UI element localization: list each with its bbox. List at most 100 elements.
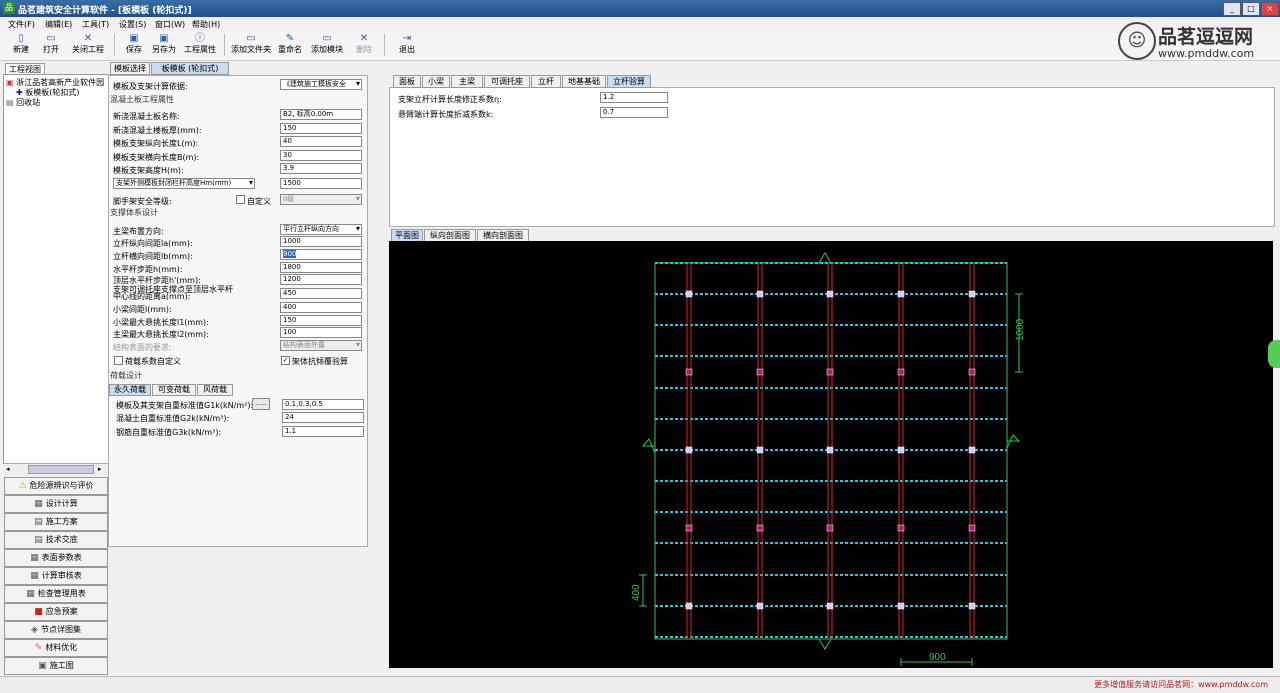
basis-select[interactable]: 《建筑施工模板安全 [280,79,362,90]
tree-item-recycle[interactable]: ▤ 回收站 [6,97,40,108]
step-distance-input[interactable]: 1800 [280,262,362,273]
save-as-button[interactable]: ▣ 另存为 [150,33,178,58]
tab-wind-load[interactable]: 风荷载 [197,384,233,396]
document-icon: ▤ [34,535,43,545]
basis-label: 模板及支架计算依据: [113,82,188,91]
pole-long-spacing-input[interactable]: 1000 [280,236,362,247]
nav-material-optimization[interactable]: ✎ 材料优化 [4,639,108,657]
tab-small-beam[interactable]: 小梁 [422,75,450,88]
nav-design-calc[interactable]: ▦ 设计计算 [4,495,108,513]
nav-calc-review[interactable]: ▦ 计算审核表 [4,567,108,585]
break-line-bottom [818,638,832,650]
delete-button[interactable]: ✕ 删除 [352,33,376,58]
exit-button[interactable]: ⇥ 退出 [394,33,420,58]
safety-level-select[interactable]: II级 [280,194,362,205]
tab-template-select[interactable]: 模板选择 [110,62,150,75]
open-button[interactable]: ▭ 打开 [38,33,64,58]
nav-node-details[interactable]: ◈ 节点详图集 [4,621,108,639]
field-label: 新浇混凝土板名称: [113,112,180,121]
nav-construction-drawing[interactable]: ▣ 施工图 [4,657,108,675]
main-beam-overhang-input[interactable]: 100 [280,327,362,338]
project-properties-button[interactable]: ⓘ 工程属性 [182,33,218,58]
pole-node [756,602,764,610]
surface-requirement-select[interactable]: 结构表面外露 [280,340,362,351]
nav-technical-briefing[interactable]: ▤ 技术交底 [4,531,108,549]
support-width-input[interactable]: 30 [280,150,362,161]
concrete-weight-input[interactable]: 24 [282,412,364,423]
close-project-label: 关闭工程 [72,45,104,54]
drawing-canvas[interactable]: 1000 400 900 [389,241,1273,668]
maximize-button[interactable]: □ [1242,2,1260,16]
tab-adjustable-support[interactable]: 可调托座 [484,75,530,88]
pole-trans-spacing-input[interactable]: 900 [280,249,362,260]
tree-item-module-label: 板模板(轮扣式) [25,88,80,97]
nav-label: 应急预案 [45,607,78,616]
template-weight-input[interactable]: 0.1,0.3,0.5 [282,399,364,410]
top-step-distance-input[interactable]: 1200 [280,274,362,285]
safety-custom-checkbox[interactable] [236,195,245,204]
small-beam-spacing-input[interactable]: 400 [280,302,362,313]
tab-pole[interactable]: 立杆 [531,75,561,88]
tab-foundation[interactable]: 地基基础 [562,75,606,88]
menu-help[interactable]: 帮助(H) [192,19,220,30]
small-beam-overhang-input[interactable]: 150 [280,315,362,326]
tab-main-beam[interactable]: 主梁 [451,75,483,88]
nav-emergency-plan[interactable]: ■ 应急预案 [4,603,108,621]
plan-view-drawing: 1000 400 900 [631,252,1026,666]
add-folder-button[interactable]: ▭ 添加文件夹 [230,33,272,58]
support-height-input[interactable]: 3.9 [280,163,362,174]
nav-construction-plan[interactable]: ▤ 施工方案 [4,513,108,531]
close-project-button[interactable]: ✕ 关闭工程 [70,33,106,58]
tab-slab-template[interactable]: 板模板 (轮扣式) [151,62,229,75]
adjust-distance-input[interactable]: 450 [280,288,362,299]
scroll-left-icon[interactable]: ◂ [6,465,10,473]
minimize-button[interactable]: _ [1223,2,1241,16]
book-icon: ■ [34,607,43,617]
rename-button[interactable]: ✎ 重命名 [276,33,304,58]
rebar-weight-input[interactable]: 1.1 [282,426,364,437]
tree-item-recycle-label: 回收站 [16,98,41,107]
tab-variable-load[interactable]: 可变荷载 [152,384,196,396]
menu-window[interactable]: 窗口(W) [155,19,185,30]
nav-label: 施工图 [49,661,74,670]
reduction-factor-input[interactable]: 0.7 [600,107,668,118]
pole-node [685,290,693,298]
tab-permanent-load[interactable]: 永久荷载 [109,384,151,396]
ext-height-select[interactable]: 支架外侧模板封闭栏杆高度Hm(mm) [113,178,255,189]
field-label: 模板支架高度H(m): [113,166,184,175]
ext-height-input[interactable]: 1500 [280,178,362,189]
load-factor-checkbox[interactable] [114,356,123,365]
side-float-button[interactable] [1268,340,1280,368]
support-length-input[interactable]: 40 [280,136,362,147]
menu-settings[interactable]: 设置(S) [119,19,146,30]
field-label: 混凝土自重标准值G2k(kN/m³): [116,414,230,423]
field-label: 主梁布置方向: [113,227,164,236]
nav-surface-params[interactable]: ▦ 表面参数表 [4,549,108,567]
tab-pole-check[interactable]: 立杆验算 [607,75,651,88]
pole-node [756,290,764,298]
title-bar: 品 品茗建筑安全计算软件 - [板模板 (轮扣式)] _ □ × [0,0,1280,17]
horizontal-scrollbar[interactable]: ◂ ▸ [4,463,108,474]
slab-thickness-input[interactable]: 150 [280,123,362,134]
nav-inspection-tables[interactable]: ▦ 检查管理用表 [4,585,108,603]
main-beam-direction-select[interactable]: 平行立杆纵向方向 [280,224,362,235]
more-options-button[interactable]: ...... [252,398,270,410]
rename-label: 重命名 [278,45,302,54]
save-button[interactable]: ▣ 保存 [121,33,147,58]
nav-hazard-identification[interactable]: ⚠ 危险源辨识与评价 [4,477,108,495]
add-module-label: 添加模块 [311,45,343,54]
status-bar: 更多增值服务请访问品茗网：www.pmddw.com [0,676,1280,693]
menu-tools[interactable]: 工具(T) [82,19,109,30]
correction-factor-input[interactable]: 1.2 [600,92,668,103]
overturn-check-checkbox[interactable]: ✓ [281,356,290,365]
scroll-right-icon[interactable]: ▸ [98,465,102,473]
section-support: 支撑体系设计 [110,208,158,217]
menu-edit[interactable]: 编辑(E) [45,19,72,30]
add-module-button[interactable]: ▭ 添加模块 [308,33,346,58]
slab-name-input[interactable]: B2, 标高0.00m [280,109,362,120]
scroll-thumb[interactable] [28,465,94,474]
close-button[interactable]: × [1261,2,1279,16]
new-button[interactable]: ▯ 新建 [8,33,34,58]
menu-file[interactable]: 文件(F) [8,19,35,30]
tab-panel[interactable]: 面板 [393,75,421,88]
